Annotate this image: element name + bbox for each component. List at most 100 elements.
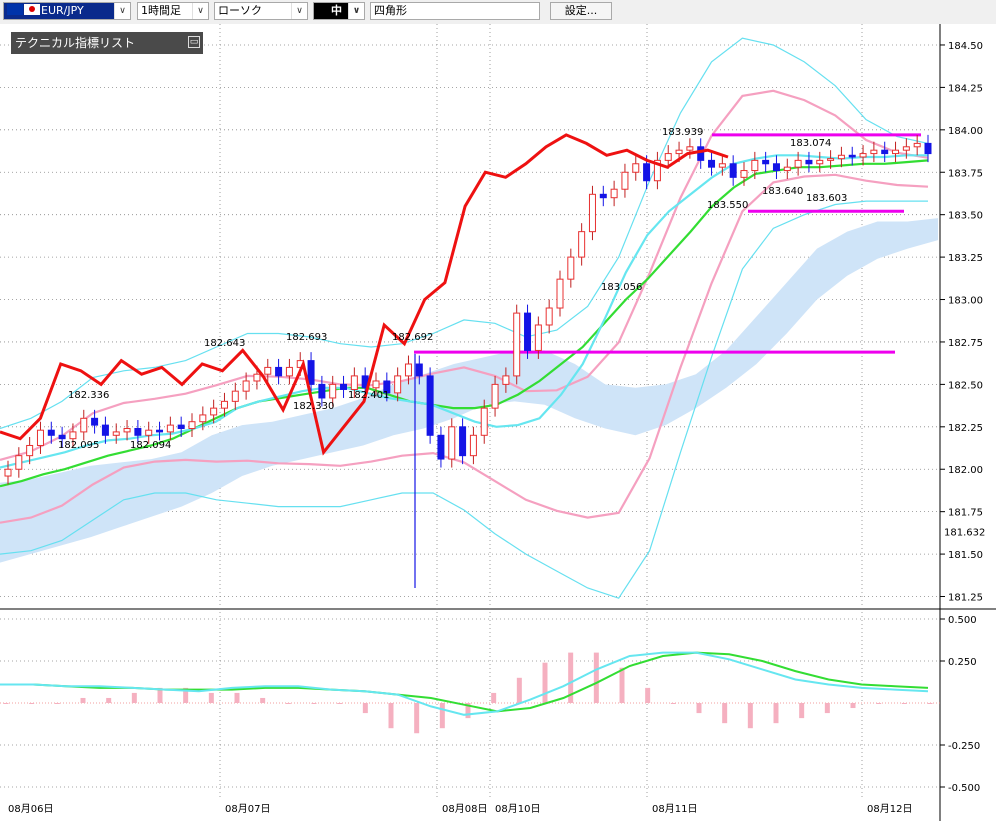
settings-label: 設定... bbox=[564, 4, 598, 17]
candle-body bbox=[621, 171, 629, 190]
indicator-list-title: テクニカル指標リスト bbox=[15, 36, 136, 50]
period-label: 1時間足 bbox=[141, 4, 181, 17]
candle-body bbox=[156, 429, 164, 433]
candle-body bbox=[848, 154, 856, 158]
chart-style-select[interactable]: ローソク ∨ bbox=[214, 2, 308, 20]
candle-body bbox=[426, 375, 434, 436]
macd-histogram-bar bbox=[824, 703, 830, 714]
price-annotation: 182.401 bbox=[348, 390, 389, 401]
candle-body bbox=[372, 380, 380, 389]
chevron-down-icon[interactable]: ∨ bbox=[114, 3, 130, 19]
candle-body bbox=[134, 428, 142, 436]
candle-body bbox=[26, 444, 34, 457]
price-annotation: 182.692 bbox=[392, 332, 433, 343]
candle-body bbox=[177, 424, 185, 430]
candle-body bbox=[545, 307, 553, 326]
chevron-down-icon[interactable]: ∨ bbox=[348, 3, 364, 19]
candle-body bbox=[534, 324, 542, 351]
macd-histogram-bar bbox=[516, 677, 522, 703]
price-tick-label: 184.25 bbox=[948, 83, 983, 94]
current-price-label: 181.632 bbox=[944, 528, 985, 539]
macd-histogram-bar bbox=[260, 697, 266, 703]
macd-histogram-bar bbox=[311, 703, 317, 704]
candle-body bbox=[783, 166, 791, 172]
macd-histogram-bar bbox=[773, 703, 779, 724]
macd-histogram-bar bbox=[439, 703, 445, 729]
macd-tick-label: 0.500 bbox=[948, 615, 977, 626]
settings-button[interactable]: 設定... bbox=[550, 2, 612, 20]
price-tick-label: 183.00 bbox=[948, 296, 983, 307]
candle-body bbox=[643, 163, 651, 182]
period-select[interactable]: 1時間足 ∨ bbox=[137, 2, 209, 20]
price-annotation: 183.640 bbox=[762, 186, 803, 197]
candle-body bbox=[610, 188, 618, 199]
minimize-icon[interactable]: ▭ bbox=[188, 36, 200, 48]
chart-area[interactable]: 182.336 182.095 182.094 182.643 182.693 182.3… bbox=[0, 24, 996, 821]
candle-body bbox=[210, 407, 218, 416]
candle-body bbox=[231, 390, 239, 402]
macd-histogram-bar bbox=[285, 703, 291, 704]
macd-histogram-bar bbox=[696, 703, 702, 714]
candle-body bbox=[101, 424, 109, 436]
drawing-tool-field[interactable]: 四角形 bbox=[370, 2, 540, 20]
price-tick-label: 182.75 bbox=[948, 338, 983, 349]
candle-body bbox=[188, 421, 196, 430]
candle-body bbox=[772, 163, 780, 172]
candle-body bbox=[4, 468, 12, 477]
macd-histogram-bar bbox=[106, 697, 112, 703]
price-annotation: 182.094 bbox=[130, 440, 171, 451]
line-width-select[interactable]: 中 ∨ bbox=[313, 2, 365, 20]
chart-style-label: ローソク bbox=[218, 4, 262, 17]
price-tick-label: 181.50 bbox=[948, 550, 983, 561]
candle-body bbox=[329, 383, 337, 399]
macd-histogram-bar bbox=[388, 703, 394, 729]
price-annotation: 182.330 bbox=[293, 401, 334, 412]
candle-body bbox=[794, 159, 802, 168]
chevron-down-icon[interactable]: ∨ bbox=[291, 3, 307, 19]
date-label: 08月08日 bbox=[442, 803, 487, 815]
price-annotation: 182.336 bbox=[68, 390, 109, 401]
candle-body bbox=[902, 146, 910, 151]
price-annotation: 182.693 bbox=[286, 332, 327, 343]
candle-body bbox=[199, 414, 207, 423]
price-annotation: 183.939 bbox=[662, 127, 703, 138]
macd-histogram-bar bbox=[876, 703, 882, 704]
price-annotation: 182.095 bbox=[58, 440, 99, 451]
candle-body bbox=[448, 426, 456, 460]
macd-histogram-bar bbox=[29, 703, 35, 704]
price-annotation: 183.550 bbox=[707, 200, 748, 211]
candle-body bbox=[686, 146, 694, 151]
candle-body bbox=[892, 149, 900, 155]
candle-body bbox=[91, 417, 99, 426]
macd-histogram-bar bbox=[850, 703, 856, 709]
macd-histogram-bar bbox=[362, 703, 368, 714]
chart-grid bbox=[0, 24, 996, 821]
candle-body bbox=[751, 159, 759, 172]
candle-body bbox=[881, 149, 889, 155]
macd-histogram-bar bbox=[208, 692, 214, 703]
macd-histogram-bar bbox=[722, 703, 728, 724]
candle-body bbox=[340, 383, 348, 390]
macd-histogram-bar bbox=[619, 667, 625, 703]
currency-pair-select[interactable]: EUR/JPY ∨ bbox=[3, 2, 131, 20]
macd-histogram-bar bbox=[670, 703, 676, 704]
macd-histogram-bar bbox=[131, 692, 137, 703]
indicator-list-panel[interactable]: テクニカル指標リスト ▭ bbox=[11, 32, 203, 54]
macd-histogram-bar bbox=[747, 703, 753, 729]
macd-histogram-bar bbox=[54, 703, 60, 704]
macd-histogram-bar bbox=[799, 703, 805, 719]
candle-body bbox=[729, 163, 737, 178]
chevron-down-icon[interactable]: ∨ bbox=[192, 3, 208, 19]
candle-body bbox=[664, 153, 672, 161]
price-tick-label: 184.00 bbox=[948, 126, 983, 137]
macd-tick-label: 0.250 bbox=[948, 657, 977, 668]
candle-body bbox=[491, 383, 499, 409]
candle-body bbox=[220, 400, 228, 409]
candle-body bbox=[415, 363, 423, 377]
candle-body bbox=[145, 429, 153, 436]
eu-flag-icon bbox=[7, 4, 23, 15]
line-width-label: 中 bbox=[331, 4, 342, 17]
candle-body bbox=[123, 428, 131, 433]
candle-body bbox=[578, 231, 586, 258]
candle-body bbox=[513, 312, 521, 377]
